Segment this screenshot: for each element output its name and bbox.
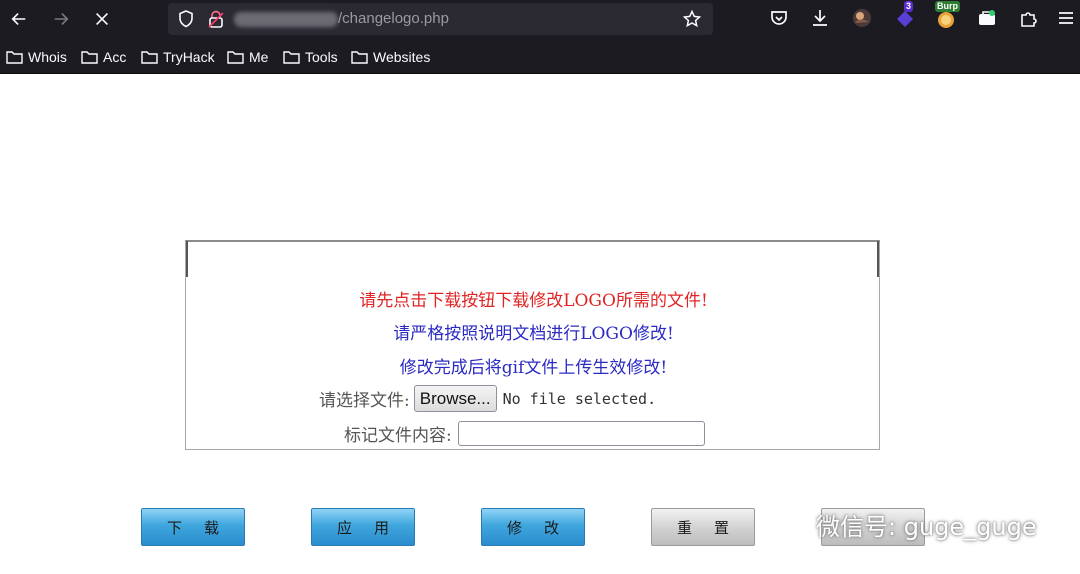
download-notice: 请先点击下载按钮下载修改LOGO所需的文件! (359, 291, 708, 311)
bookmark-label: Tools (305, 49, 338, 65)
profile-avatar-icon[interactable] (851, 7, 873, 29)
pocket-icon[interactable] (768, 7, 790, 29)
bookmark-folder-me[interactable]: Me (227, 48, 268, 66)
watermark-text: 微信号: guge_guge (816, 512, 1037, 541)
download-icon[interactable] (809, 7, 831, 29)
extension-badge-icon[interactable]: 3 (894, 1, 916, 29)
bookmark-label: Whois (28, 49, 67, 65)
bookmark-folder-tools[interactable]: Tools (283, 48, 338, 66)
menu-icon[interactable] (1055, 7, 1077, 29)
extension-badge-count: 3 (904, 1, 914, 12)
stop-loading-icon[interactable] (87, 4, 117, 34)
mark-content-input[interactable] (457, 421, 705, 446)
modify-button[interactable]: 修改 (481, 508, 585, 546)
file-select-row: 请选择文件: Browse... No file selected. (319, 385, 656, 412)
wechat-icon (767, 509, 809, 539)
extensions-puzzle-icon[interactable] (1018, 7, 1040, 29)
insecure-lock-icon[interactable] (206, 9, 226, 29)
bookmark-label: Me (249, 49, 269, 65)
logo-upload-form: 请先点击下载按钮下载修改LOGO所需的文件! 请严格按照说明文档进行LOGO修改… (185, 240, 880, 450)
folder-icon (351, 51, 368, 64)
file-status-text: No file selected. (502, 389, 657, 408)
redacted-domain (234, 12, 338, 27)
bookmark-label: TryHack (163, 49, 215, 65)
folder-icon (81, 51, 98, 64)
folder-icon (283, 51, 300, 64)
url-bar[interactable]: /changelogo.php (168, 3, 713, 35)
browser-toolbar: /changelogo.php 3 Burp (0, 0, 1080, 38)
tracking-shield-icon[interactable] (176, 9, 196, 29)
bookmark-folder-websites[interactable]: Websites (351, 48, 430, 66)
file-select-label: 请选择文件: (319, 391, 410, 411)
bookmark-folder-tryhack[interactable]: TryHack (141, 48, 215, 66)
url-path[interactable]: /changelogo.php (338, 10, 449, 27)
folder-icon (227, 51, 244, 64)
container-icon[interactable] (976, 7, 998, 29)
bookmark-label: Websites (373, 49, 431, 65)
forward-arrow-icon[interactable] (46, 4, 76, 34)
bookmark-star-icon[interactable] (682, 9, 702, 29)
folder-icon (6, 51, 23, 64)
upload-notice: 修改完成后将gif文件上传生效修改! (399, 358, 668, 378)
download-button[interactable]: 下载 (141, 508, 245, 546)
apply-button[interactable]: 应用 (311, 508, 415, 546)
bookmark-label: Acc (103, 49, 127, 65)
wechat-watermark: 微信号: guge_guge (766, 508, 1037, 541)
reset-button[interactable]: 重置 (651, 508, 755, 546)
bookmarks-toolbar: Whois Acc TryHack Me Tools Websites (0, 38, 1080, 74)
browse-button[interactable]: Browse... (413, 385, 497, 412)
mark-content-row: 标记文件内容: (344, 421, 705, 446)
bookmark-folder-acc[interactable]: Acc (81, 48, 126, 66)
back-arrow-icon[interactable] (4, 4, 34, 34)
burp-badge: Burp (935, 1, 960, 12)
bookmark-folder-whois[interactable]: Whois (6, 48, 67, 66)
mark-content-label: 标记文件内容: (344, 426, 452, 446)
folder-icon (141, 51, 158, 64)
instructions-notice: 请严格按照说明文档进行LOGO修改! (393, 324, 674, 344)
burp-icon[interactable]: Burp (935, 1, 960, 29)
